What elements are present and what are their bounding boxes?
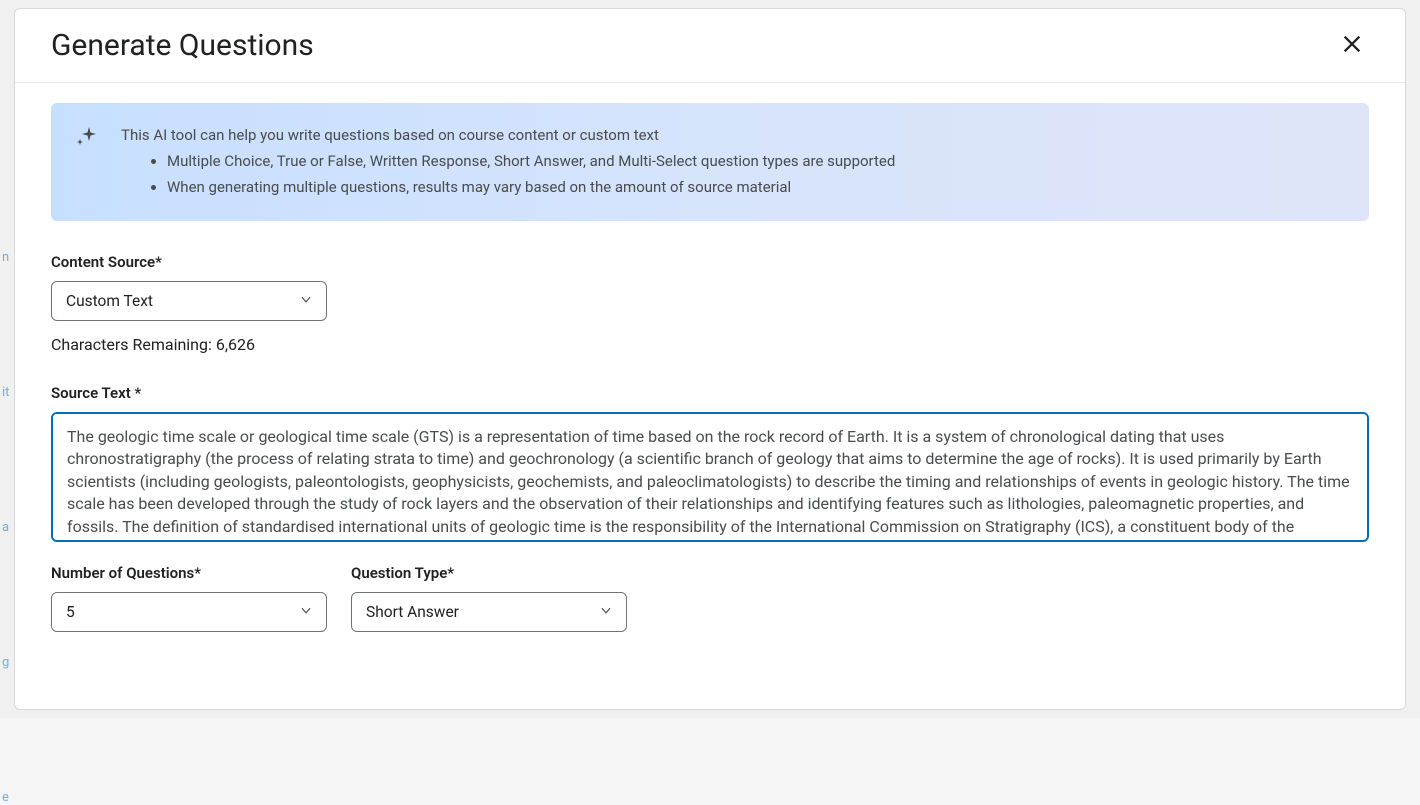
close-icon bbox=[1341, 33, 1363, 58]
question-type-value: Short Answer bbox=[366, 603, 459, 621]
num-questions-label: Number of Questions* bbox=[51, 564, 327, 582]
num-questions-select[interactable]: 5 bbox=[51, 592, 327, 632]
content-source-label: Content Source* bbox=[51, 253, 1369, 271]
num-questions-select-wrapper: 5 bbox=[51, 592, 327, 632]
modal-title: Generate Questions bbox=[51, 28, 314, 63]
question-type-select[interactable]: Short Answer bbox=[351, 592, 627, 632]
content-source-select[interactable]: Custom Text bbox=[51, 281, 327, 321]
content-source-value: Custom Text bbox=[66, 292, 153, 310]
num-questions-value: 5 bbox=[66, 603, 75, 621]
info-text: This AI tool can help you write question… bbox=[121, 123, 895, 199]
info-banner: This AI tool can help you write question… bbox=[51, 103, 1369, 221]
content-source-field: Content Source* Custom Text Characters R… bbox=[51, 253, 1369, 354]
generate-questions-modal: Generate Questions This AI tool can help… bbox=[14, 8, 1406, 710]
modal-body: This AI tool can help you write question… bbox=[15, 83, 1405, 709]
bottom-controls-row: Number of Questions* 5 Question Type* Sh… bbox=[51, 564, 1369, 632]
characters-remaining: Characters Remaining: 6,626 bbox=[51, 335, 1369, 354]
info-bullet-list: Multiple Choice, True or False, Written … bbox=[121, 149, 895, 199]
content-source-select-wrapper: Custom Text bbox=[51, 281, 327, 321]
background-hint-text: n it a g e bbox=[2, 250, 9, 805]
modal-header: Generate Questions bbox=[15, 9, 1405, 83]
source-text-input[interactable] bbox=[51, 412, 1369, 542]
source-text-label: Source Text * bbox=[51, 384, 1369, 402]
question-type-field: Question Type* Short Answer bbox=[351, 564, 627, 632]
close-button[interactable] bbox=[1335, 27, 1369, 64]
num-questions-field: Number of Questions* 5 bbox=[51, 564, 327, 632]
sparkle-icon bbox=[75, 125, 99, 199]
info-bullet: When generating multiple questions, resu… bbox=[167, 175, 895, 199]
source-text-field: Source Text * bbox=[51, 384, 1369, 546]
question-type-select-wrapper: Short Answer bbox=[351, 592, 627, 632]
question-type-label: Question Type* bbox=[351, 564, 627, 582]
info-bullet: Multiple Choice, True or False, Written … bbox=[167, 149, 895, 173]
info-lead: This AI tool can help you write question… bbox=[121, 123, 895, 147]
